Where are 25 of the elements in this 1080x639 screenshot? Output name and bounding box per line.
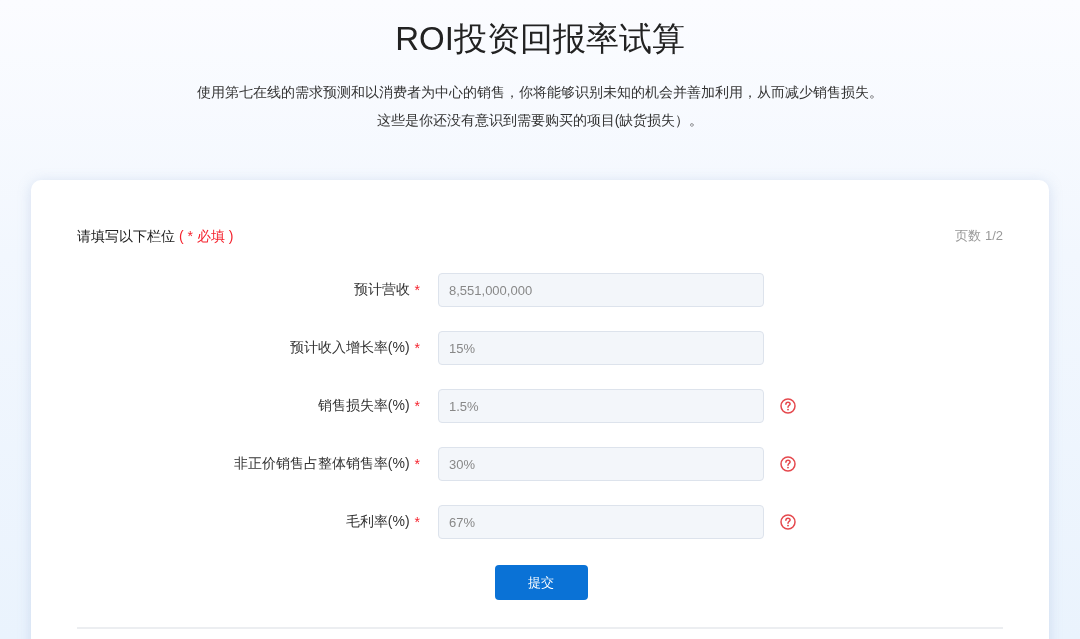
required-mark: * bbox=[414, 340, 420, 356]
input-field[interactable]: 8,551,000,000 bbox=[438, 273, 764, 307]
field-label: 毛利率(%) bbox=[345, 513, 410, 531]
input-field[interactable]: 30% bbox=[438, 447, 764, 481]
input-field[interactable]: 67% bbox=[438, 505, 764, 539]
required-mark: * bbox=[414, 514, 420, 530]
field-label: 非正价销售占整体销售率(%) bbox=[233, 455, 410, 473]
help-icon[interactable] bbox=[780, 456, 796, 472]
field-label: 预计营收 bbox=[353, 281, 410, 299]
field-label: 预计收入增长率(%) bbox=[289, 339, 410, 357]
page-indicator: 页数 1/2 bbox=[955, 227, 1003, 245]
required-note: ( * 必填 ) bbox=[179, 227, 234, 246]
input-field[interactable]: 15% bbox=[438, 331, 764, 365]
input-field[interactable]: 1.5% bbox=[438, 389, 764, 423]
help-icon[interactable] bbox=[780, 514, 796, 530]
intro-text: 使用第七在线的需求预测和以消费者为中心的销售，你将能够识别未知的机会并善加利用，从而减少销售损失。 bbox=[197, 83, 883, 102]
required-mark: * bbox=[414, 282, 420, 298]
form-heading: 请填写以下栏位 bbox=[77, 227, 175, 246]
intro-text: 这些是你还没有意识到需要购买的项目(缺货损失）。 bbox=[376, 111, 704, 130]
field-label: 销售损失率(%) bbox=[317, 397, 410, 415]
required-mark: * bbox=[414, 456, 420, 472]
help-icon[interactable] bbox=[780, 398, 796, 414]
submit-button[interactable]: 提交 bbox=[494, 565, 588, 600]
page-title: ROI投资回报率试算 bbox=[395, 19, 685, 59]
required-mark: * bbox=[414, 398, 420, 414]
